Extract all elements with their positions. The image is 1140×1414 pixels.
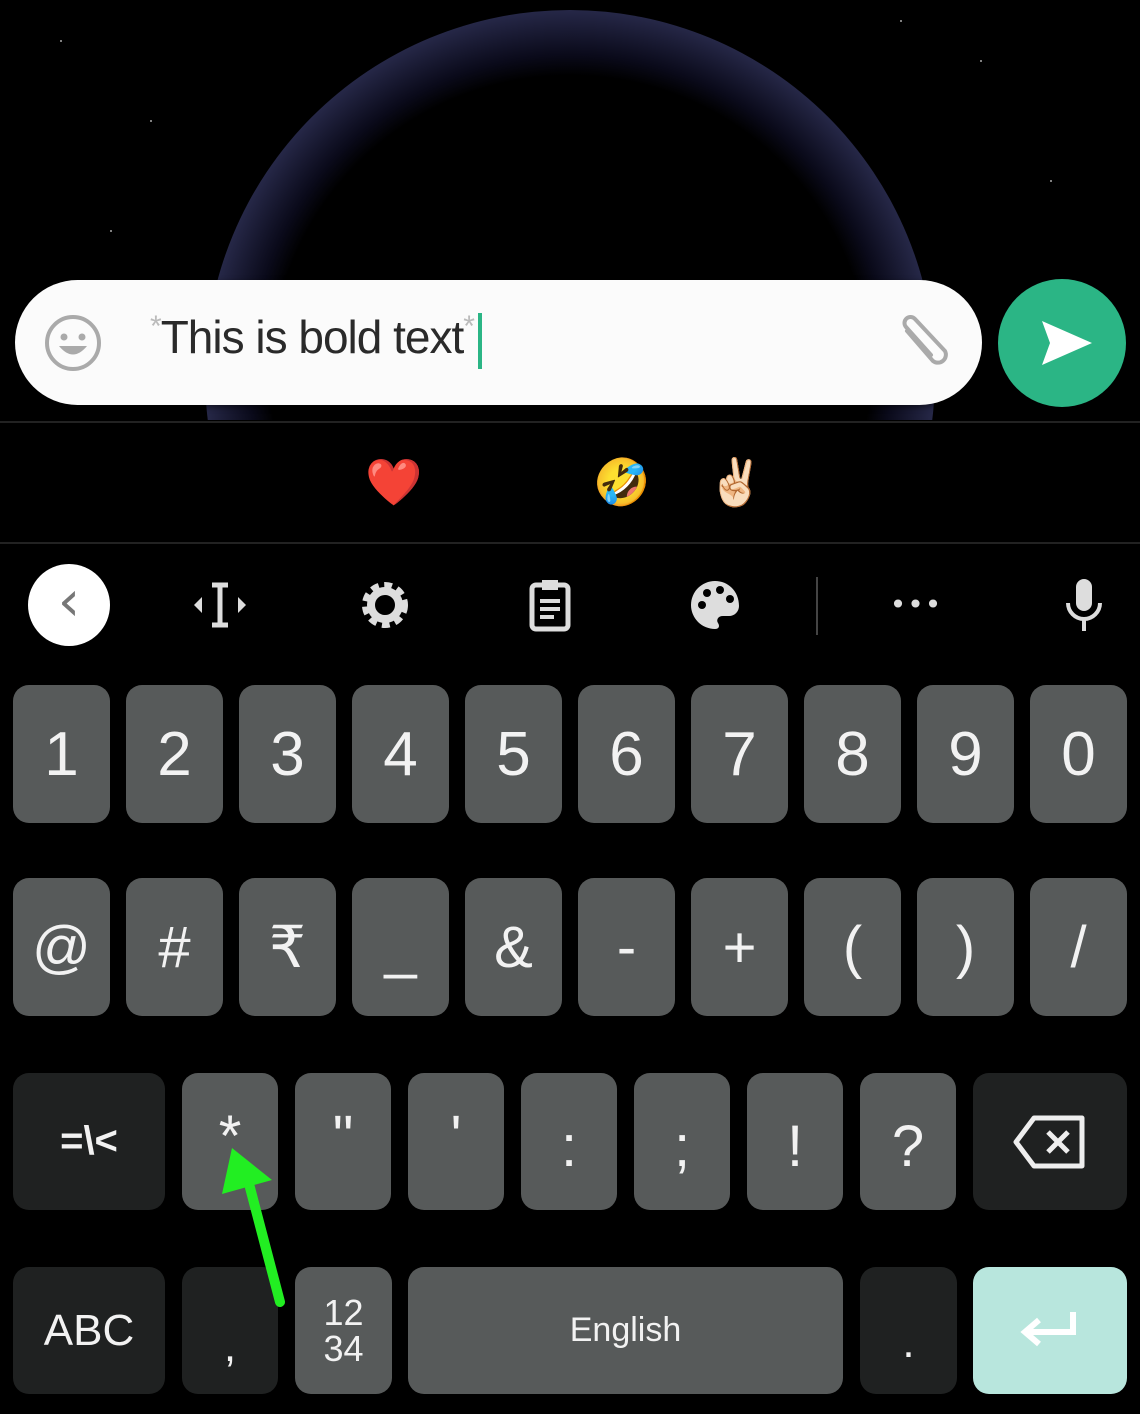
emoji-suggestion[interactable]: 😘 (136, 455, 196, 509)
settings-gear-icon[interactable] (355, 575, 415, 635)
key-9[interactable]: 9 (917, 685, 1014, 823)
symbol-key[interactable]: ? (860, 1073, 956, 1210)
symbol-key[interactable]: ( (804, 878, 901, 1016)
paperclip-icon[interactable] (893, 313, 957, 373)
key-6[interactable]: 6 (578, 685, 675, 823)
enter-key[interactable] (973, 1267, 1127, 1394)
asterisk: * (150, 310, 162, 343)
symbol-key[interactable]: # (126, 878, 223, 1016)
symbol-key[interactable]: ; (634, 1073, 730, 1210)
numpad-label-bottom: 34 (323, 1327, 364, 1369)
enter-icon (1020, 1311, 1076, 1346)
space-key[interactable]: English (408, 1267, 843, 1394)
symbol-key[interactable]: : (521, 1073, 617, 1210)
period-key[interactable]: . (860, 1267, 957, 1394)
symbol-key[interactable]: ) (917, 878, 1014, 1016)
emoji-suggestion[interactable]: 🤣 (592, 455, 652, 510)
emoji-suggestion[interactable]: ✌🏻 (706, 455, 766, 510)
smiley-face-icon[interactable] (43, 313, 103, 373)
bold-text: This is bold text (160, 311, 465, 363)
divider (0, 542, 1140, 544)
symbol-key[interactable]: _ (352, 878, 449, 1016)
send-button[interactable] (998, 279, 1126, 407)
key-7[interactable]: 7 (691, 685, 788, 823)
send-arrow-icon (1042, 321, 1092, 365)
symbol-key[interactable]: - (578, 878, 675, 1016)
key-4[interactable]: 4 (352, 685, 449, 823)
theme-palette-icon[interactable] (685, 575, 745, 635)
comma-key[interactable]: , (182, 1267, 278, 1394)
microphone-icon[interactable] (1054, 575, 1114, 635)
symbol-key[interactable]: + (691, 878, 788, 1016)
key-2[interactable]: 2 (126, 685, 223, 823)
numpad-key[interactable]: 12 34 (295, 1267, 392, 1394)
symbol-key[interactable]: & (465, 878, 562, 1016)
key-5[interactable]: 5 (465, 685, 562, 823)
key-8[interactable]: 8 (804, 685, 901, 823)
asterisk: * (463, 310, 475, 343)
abc-key[interactable]: ABC (13, 1267, 165, 1394)
back-button[interactable]: ‹ (28, 564, 110, 646)
emoji-suggestion[interactable]: 😭 (478, 455, 538, 509)
message-text[interactable]: *This is bold text* (150, 310, 482, 369)
screen: *This is bold text* 😂 😘 😀 ❤️ 😭 🤣 ✌🏻 😵 😌 … (0, 0, 1140, 1414)
message-input[interactable]: *This is bold text* (15, 280, 982, 405)
backspace-key[interactable] (973, 1073, 1127, 1210)
emoji-suggestion[interactable]: 😀 (250, 455, 310, 509)
key-1[interactable]: 1 (13, 685, 110, 823)
emoji-suggestion[interactable]: 😵 (820, 455, 880, 509)
numpad-label-top: 12 (323, 1291, 364, 1333)
symbol-key[interactable]: / (1030, 878, 1127, 1016)
key-3[interactable]: 3 (239, 685, 336, 823)
symbols-more-key[interactable]: =\< (13, 1073, 165, 1210)
emoji-suggestion[interactable]: 😍 (1048, 455, 1108, 509)
asterisk-key[interactable]: * (182, 1073, 278, 1210)
clipboard-icon[interactable] (520, 575, 580, 635)
text-cursor (477, 312, 482, 369)
divider (0, 421, 1140, 423)
symbol-key[interactable]: " (295, 1073, 391, 1210)
symbol-key[interactable]: ₹ (239, 878, 336, 1016)
key-0[interactable]: 0 (1030, 685, 1127, 823)
emoji-suggestion[interactable]: ❤️ (364, 455, 424, 510)
emoji-suggestion[interactable]: 😌 (934, 455, 994, 509)
symbol-key[interactable]: ! (747, 1073, 843, 1210)
backspace-icon (1013, 1115, 1085, 1168)
symbol-key[interactable]: ' (408, 1073, 504, 1210)
more-dots-icon[interactable]: ••• (886, 575, 946, 635)
cursor-move-icon[interactable] (190, 575, 250, 635)
toolbar-divider (816, 577, 818, 635)
symbol-key[interactable]: @ (13, 878, 110, 1016)
emoji-suggestion[interactable]: 😂 (22, 455, 82, 509)
